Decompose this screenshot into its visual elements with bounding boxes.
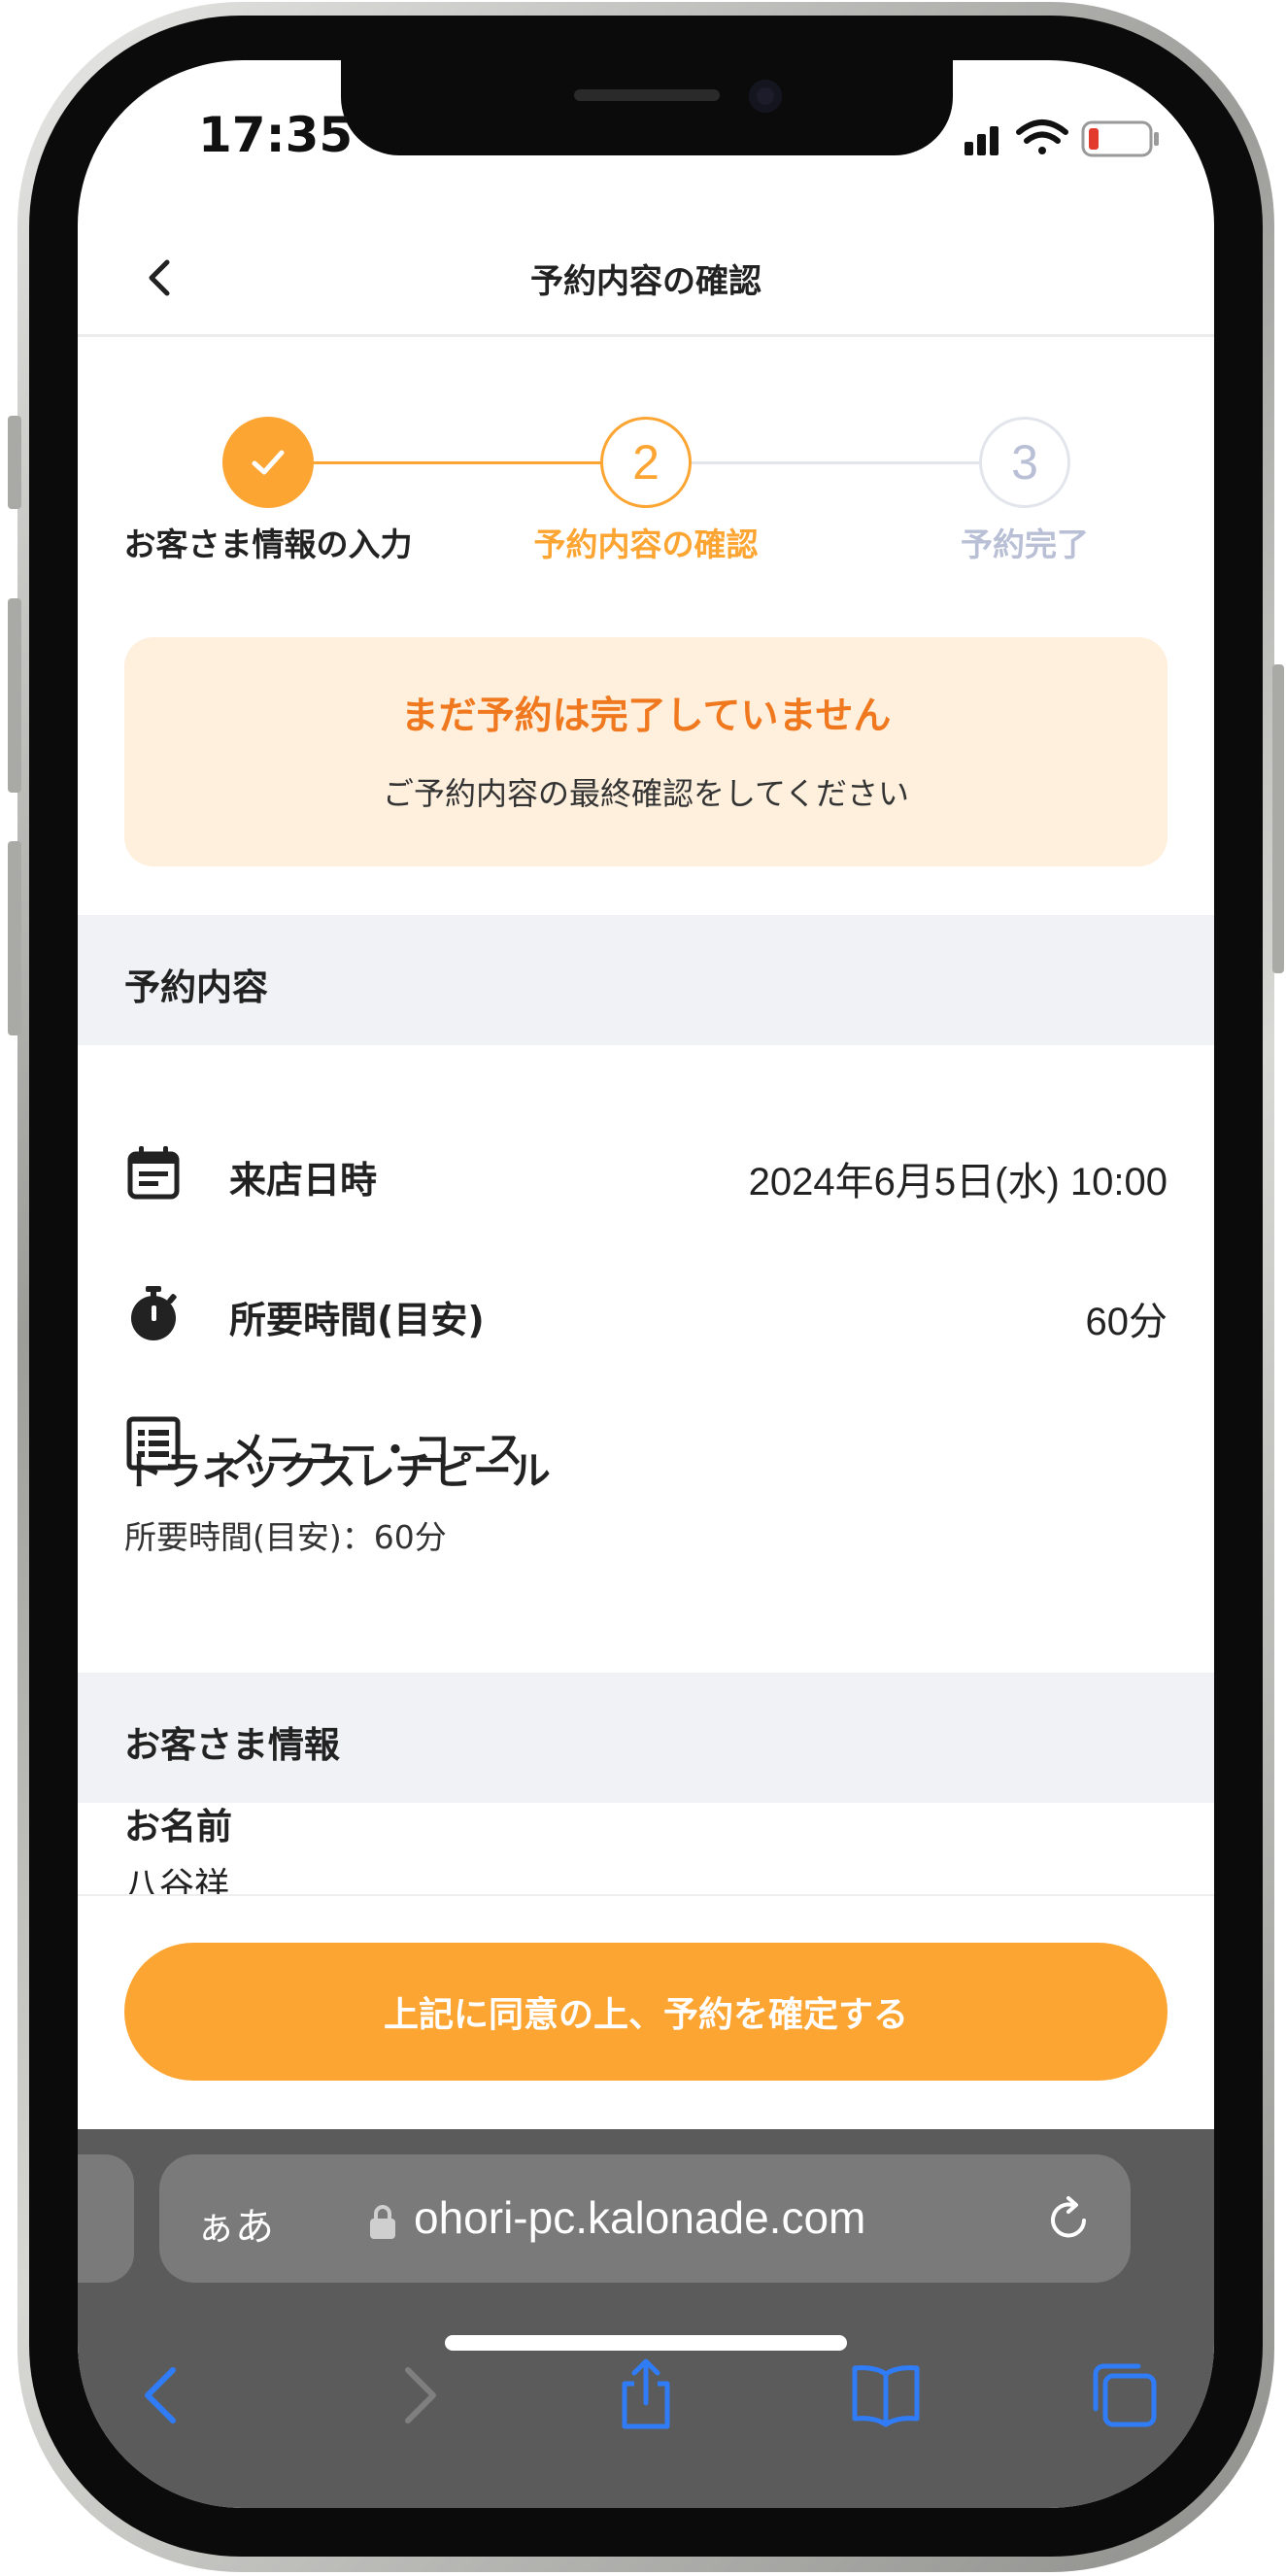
- safari-toolbar: ぁあ ohori-pc.kalonade.com: [78, 2129, 1214, 2508]
- front-camera: [749, 80, 782, 113]
- customer-name-label: お名前: [124, 1806, 232, 1847]
- warning-title: まだ予約は完了していません: [400, 695, 892, 738]
- duration-value: 60分: [1085, 1301, 1168, 1343]
- earpiece-speaker: [574, 89, 720, 101]
- duration-label: 所要時間(目安): [229, 1299, 485, 1341]
- step-3-label: 予約完了: [961, 525, 1089, 563]
- status-time: 17:35: [198, 107, 354, 163]
- silent-switch: [8, 416, 21, 509]
- reader-options-button[interactable]: ぁあ: [196, 2195, 274, 2252]
- address-bar[interactable]: ぁあ ohori-pc.kalonade.com: [159, 2154, 1131, 2283]
- calendar-icon: [127, 1146, 180, 1200]
- reservation-section-title: 予約内容: [124, 966, 268, 1008]
- confirm-reservation-button[interactable]: 上記に同意の上、予約を確定する: [124, 1943, 1168, 2081]
- wifi-icon: [1016, 119, 1068, 154]
- back-icon[interactable]: [126, 2358, 200, 2432]
- customer-name-value: 八谷祥: [124, 1866, 230, 1896]
- volume-down-button: [8, 841, 21, 1035]
- course-name: トラネックスレチピール: [124, 1449, 551, 1494]
- step-3-circle: 3: [979, 417, 1070, 508]
- previous-tab-preview[interactable]: [78, 2154, 134, 2283]
- duration-row: 所要時間(目安) 60分: [78, 1265, 1214, 1358]
- customer-section-header: お客さま情報: [78, 1673, 1214, 1803]
- step-1-label: お客さま情報の入力: [123, 525, 413, 563]
- forward-icon[interactable]: [381, 2358, 455, 2432]
- status-icons: [957, 113, 1209, 161]
- course-duration: 所要時間(目安)：60分: [124, 1518, 447, 1556]
- phone-screen: 17:35 予約内容の確認 2 3 お客さま情報の入力 予約内容の確認 予約完了…: [78, 60, 1214, 2508]
- battery-low-icon: [1081, 120, 1159, 157]
- step-2-label: 予約内容の確認: [533, 525, 759, 563]
- stopwatch-icon: [131, 1286, 177, 1340]
- url-text[interactable]: ohori-pc.kalonade.com: [414, 2191, 865, 2244]
- visit-datetime-label: 来店日時: [229, 1159, 378, 1202]
- power-button: [1272, 664, 1284, 973]
- notch: [341, 60, 953, 155]
- customer-section-title: お客さま情報: [124, 1724, 340, 1766]
- step-2-circle: 2: [600, 417, 692, 508]
- incomplete-warning-box: まだ予約は完了していません ご予約内容の最終確認をしてください: [124, 637, 1168, 866]
- share-icon[interactable]: [609, 2358, 683, 2432]
- visit-datetime-row: 来店日時 2024年6月5日(水) 10:00: [78, 1125, 1214, 1218]
- page-title: 予約内容の確認: [530, 262, 761, 301]
- reservation-section-header: 予約内容: [78, 915, 1214, 1045]
- check-icon: [252, 450, 285, 475]
- navigation-bar: 予約内容の確認: [78, 235, 1214, 321]
- visit-datetime-value: 2024年6月5日(水) 10:00: [748, 1161, 1168, 1203]
- reload-icon[interactable]: [1043, 2193, 1096, 2246]
- lock-icon: [370, 2205, 395, 2239]
- nav-divider: [78, 334, 1214, 337]
- step-1-circle: [222, 417, 314, 508]
- status-indicators: [964, 119, 1159, 157]
- volume-up-button: [8, 598, 21, 793]
- bookmarks-icon[interactable]: [849, 2358, 923, 2432]
- cellular-signal-icon: [964, 126, 998, 155]
- home-indicator[interactable]: [445, 2335, 847, 2351]
- tabs-icon[interactable]: [1088, 2358, 1162, 2432]
- warning-subtitle: ご予約内容の最終確認をしてください: [382, 775, 910, 812]
